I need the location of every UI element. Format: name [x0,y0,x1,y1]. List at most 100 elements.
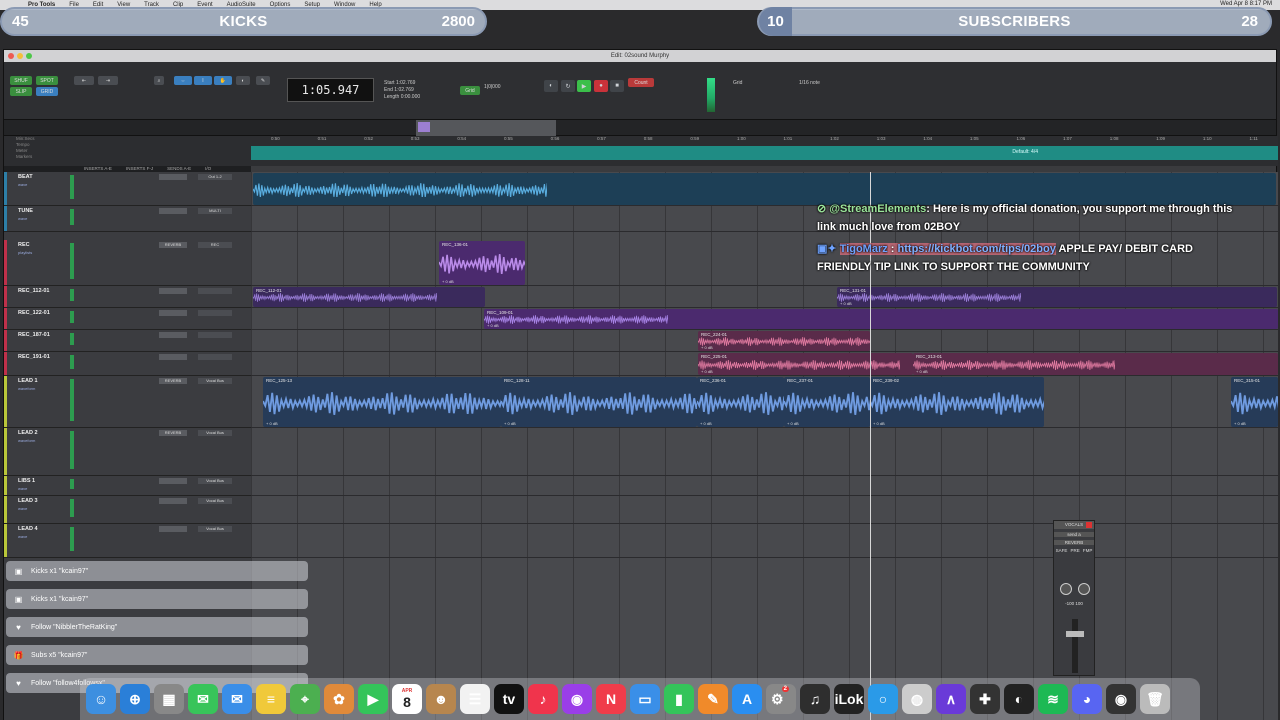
spot-mode-button[interactable]: SPOT [36,76,58,85]
track-header[interactable]: REC_112-01 [4,286,251,308]
tempo-ruler[interactable]: Default: 4/4 [251,146,1278,160]
nudge-value[interactable]: 1|0|000 [484,84,501,90]
track-view-mode[interactable]: waveform [18,386,35,391]
send-slot[interactable]: REVERB [159,430,187,436]
track-header[interactable]: REC playlists REVERB REC [4,240,251,286]
send-slot[interactable]: REVERB [159,378,187,384]
grid-mode-button[interactable]: GRID [36,87,58,96]
io-selector[interactable]: Out 1-2 [198,174,232,180]
track-header[interactable]: REC_191-01 [4,352,251,376]
audio-clip[interactable]: REC_128-11 + 0 dB [501,377,697,427]
track-header[interactable]: REC_187-01 [4,330,251,352]
track-lane[interactable] [251,428,1278,476]
podcasts-icon[interactable]: ◉ [562,684,592,714]
pro-tools-icon[interactable]: ◐ [1004,684,1034,714]
messages-icon[interactable]: ✉ [188,684,218,714]
track-header[interactable]: LEAD 2 waveform REVERB Vocal Bus [4,428,251,476]
fmp-button[interactable]: FMP [1083,548,1093,553]
calendar-icon[interactable]: APR 8 [392,684,422,714]
zoom-in-icon[interactable]: ⇥ [98,76,118,85]
stop-icon[interactable]: ■ [610,80,624,92]
audio-clip[interactable]: REC_225-01 + 0 dB [698,353,913,375]
audio-clip[interactable]: REC_236-01 + 0 dB [697,377,784,427]
search-icon[interactable]: ⌕ [154,76,164,85]
selector-tool-icon[interactable]: I [194,76,212,85]
ilok-icon[interactable]: iLok [834,684,864,714]
io-selector[interactable] [198,310,232,316]
scrubber-tool-icon[interactable]: ◐ [236,76,250,85]
track-header[interactable]: LEAD 4 wave Vocal Bus [4,524,251,558]
universe-visible-area[interactable] [416,120,556,136]
close-icon[interactable] [8,53,14,59]
keynote-icon[interactable]: ▭ [630,684,660,714]
send-slot[interactable] [159,174,187,180]
send-slot[interactable] [159,332,187,338]
pan-left-knob[interactable] [1060,583,1072,595]
selection-end[interactable]: 1:02.769 [394,87,413,93]
shuffle-mode-button[interactable]: SHUF [10,76,32,85]
io-selector[interactable] [198,354,232,360]
close-icon[interactable] [1086,522,1092,528]
grid-value[interactable]: 1/16 note [799,80,820,86]
track-name[interactable]: TUNE [18,208,33,214]
io-selector[interactable]: Vocal Bus [198,478,232,484]
audio-app-icon[interactable]: ✚ [970,684,1000,714]
safe-button[interactable]: SAFE [1056,548,1068,553]
maps-icon[interactable]: ⌖ [290,684,320,714]
minimize-icon[interactable] [17,53,23,59]
clip-gain[interactable]: + 0 dB [701,345,713,350]
track-name[interactable]: LEAD 3 [18,498,38,504]
disk-utility-icon[interactable]: ◍ [902,684,932,714]
clip-gain[interactable]: + 0 dB [504,421,516,426]
track-name[interactable]: REC_191-01 [18,354,50,360]
clip-gain[interactable]: + 0 dB [487,323,499,328]
track-name[interactable]: LEAD 4 [18,526,38,532]
track-name[interactable]: REC_122-01 [18,310,50,316]
photos-icon[interactable]: ✿ [324,684,354,714]
clip-gain[interactable]: + 0 dB [701,369,713,374]
news-icon[interactable]: N [596,684,626,714]
audio-clip[interactable]: REC_125-13 + 0 dB [263,377,501,427]
selection-start[interactable]: 1:02.769 [396,80,415,86]
trash-icon[interactable]: 🗑 [1140,684,1170,714]
omnisphere-icon[interactable]: ∧ [936,684,966,714]
mixer-send[interactable]: send a [1054,532,1094,537]
count-off-button[interactable]: Count [628,78,654,87]
io-selector[interactable]: Vocal Bus [198,430,232,436]
send-slot[interactable] [159,478,187,484]
audio-clip[interactable]: REC_315-01 + 0 dB [1231,377,1278,427]
track-name[interactable]: REC_187-01 [18,332,50,338]
trim-tool-icon[interactable]: ⇔ [174,76,192,85]
settings-icon[interactable]: ⚙ 2 [766,684,796,714]
grabber-tool-icon[interactable]: ✋ [214,76,232,85]
track-name[interactable]: LEAD 1 [18,378,38,384]
track-view-mode[interactable]: playlists [18,250,32,255]
track-view-mode[interactable]: wave [18,182,27,187]
main-counter[interactable]: 1:05.947 [287,78,374,102]
pages-icon[interactable]: ✎ [698,684,728,714]
appletv-icon[interactable]: tv [494,684,524,714]
clip-gain[interactable]: + 0 dB [442,279,454,284]
clip-gain[interactable]: + 0 dB [916,369,928,374]
send-slot[interactable] [159,310,187,316]
audio-clip[interactable]: REC_112-01 [253,287,485,307]
appstore-icon[interactable]: A [732,684,762,714]
grid-button[interactable]: Grid [460,86,480,95]
numbers-icon[interactable]: ▮ [664,684,694,714]
finder-icon[interactable]: ☺ [86,684,116,714]
track-header[interactable]: LEAD 1 waveform REVERB Vocal Bus [4,376,251,428]
track-view-mode[interactable]: wave [18,216,27,221]
track-name[interactable]: LIBS 1 [18,478,35,484]
contacts-icon[interactable]: ☻ [426,684,456,714]
facetime-icon[interactable]: ▶ [358,684,388,714]
zoom-icon[interactable] [26,53,32,59]
audio-clip[interactable]: REC_109-01 + 0 dB [484,309,1278,329]
clip-gain[interactable]: + 0 dB [266,421,278,426]
send-slot[interactable] [159,208,187,214]
track-view-mode[interactable]: wave [18,534,27,539]
notes-icon[interactable]: ≡ [256,684,286,714]
audio-clip[interactable]: REC_213-01 + 0 dB [913,353,1278,375]
track-lane[interactable] [251,496,1278,524]
track-view-mode[interactable]: waveform [18,438,35,443]
pre-button[interactable]: PRE [1071,548,1080,553]
